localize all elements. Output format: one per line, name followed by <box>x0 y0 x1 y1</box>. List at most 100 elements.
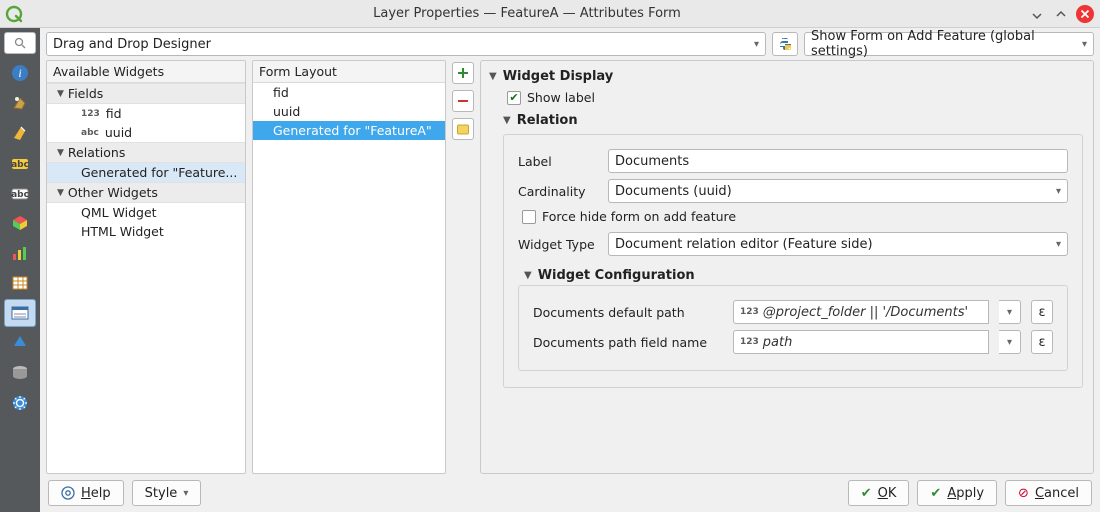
plus-icon <box>456 66 470 80</box>
cancel-icon: ⊘ <box>1018 486 1029 501</box>
available-widgets-panel: Available Widgets ▼ Fields 123 fid abc u… <box>46 60 246 474</box>
svg-text:i: i <box>18 66 21 80</box>
relation-header[interactable]: ▼ Relation <box>503 113 1083 128</box>
collapse-icon: ▼ <box>489 71 497 82</box>
dialog-button-bar: Help Style ▾ ✔ OK ✔ Apply ⊘ Cancel <box>46 474 1094 508</box>
sidebar-tab-more[interactable] <box>4 419 36 431</box>
collapse-icon: ▼ <box>524 270 532 281</box>
path-field-lbl: Documents path field name <box>533 335 723 350</box>
add-tab-button[interactable] <box>452 118 474 140</box>
widget-display-header[interactable]: ▼ Widget Display <box>489 69 1083 84</box>
maximize-button[interactable] <box>1050 3 1072 25</box>
chevron-down-icon: ▾ <box>183 488 188 499</box>
widget-config-group: Documents default path 123 @project_fold… <box>518 285 1068 371</box>
sidebar-tab-storage[interactable] <box>4 359 36 387</box>
form-layout-tree[interactable]: fid uuid Generated for "FeatureA" <box>253 83 445 473</box>
relation-label-input[interactable]: Documents <box>608 149 1068 173</box>
path-field-expression-button[interactable]: ε <box>1031 330 1053 354</box>
window-title: Layer Properties — FeatureA — Attributes… <box>30 6 1024 21</box>
epsilon-icon: ε <box>1038 335 1045 350</box>
remove-from-layout-button[interactable] <box>452 90 474 112</box>
checkbox-checked-icon: ✔ <box>507 91 521 105</box>
show-label-checkbox[interactable]: ✔ Show label <box>507 90 1083 105</box>
sidebar-tab-3d[interactable] <box>4 209 36 237</box>
minus-icon <box>456 94 470 108</box>
collapse-icon: ▼ <box>57 188 64 198</box>
force-hide-checkbox[interactable]: Force hide form on add feature <box>522 209 1068 224</box>
sidebar-tab-actions[interactable] <box>4 389 36 417</box>
widget-type-lbl: Widget Type <box>518 237 598 252</box>
layout-item-fid[interactable]: fid <box>253 83 445 102</box>
sidebar-tab-symbology[interactable] <box>4 119 36 147</box>
qgis-app-icon <box>4 4 24 24</box>
sidebar-tab-joins[interactable] <box>4 329 36 357</box>
sidebar-tab-fields[interactable] <box>4 269 36 297</box>
layout-item-relation[interactable]: Generated for "FeatureA" <box>253 121 445 140</box>
chevron-down-icon: ▾ <box>1007 337 1012 348</box>
widget-type-select[interactable]: Document relation editor (Feature side) … <box>608 232 1068 256</box>
text-field-icon: abc <box>81 128 99 138</box>
int-field-icon: 123 <box>740 307 759 317</box>
widget-properties-panel: ▼ Widget Display ✔ Show label ▼ Relation… <box>480 60 1094 474</box>
sidebar-tab-labels[interactable]: abc <box>4 149 36 177</box>
default-path-input[interactable]: 123 @project_folder || '/Documents' <box>733 300 989 324</box>
add-to-layout-button[interactable] <box>452 62 474 84</box>
tree-group-other[interactable]: ▼ Other Widgets <box>47 182 245 203</box>
check-icon: ✔ <box>930 486 941 501</box>
properties-sidebar: i abc abc <box>0 28 40 512</box>
cardinality-select[interactable]: Documents (uuid) ▾ <box>608 179 1068 203</box>
available-widgets-header: Available Widgets <box>47 61 245 83</box>
collapse-icon: ▼ <box>57 89 64 99</box>
minimize-button[interactable] <box>1026 3 1048 25</box>
form-on-add-select[interactable]: Show Form on Add Feature (global setting… <box>804 32 1094 56</box>
cancel-button[interactable]: ⊘ Cancel <box>1005 480 1092 506</box>
sidebar-search[interactable] <box>4 32 36 54</box>
tree-item-relation-generated[interactable]: Generated for "Feature... <box>47 163 245 182</box>
form-layout-panel: Form Layout fid uuid Generated for "Feat… <box>252 60 446 474</box>
python-init-button[interactable] <box>772 32 798 56</box>
tree-group-fields[interactable]: ▼ Fields <box>47 83 245 104</box>
default-path-lbl: Documents default path <box>533 305 723 320</box>
help-button[interactable]: Help <box>48 480 124 506</box>
epsilon-icon: ε <box>1038 305 1045 320</box>
chevron-down-icon: ▾ <box>1056 186 1061 197</box>
python-icon <box>777 36 793 52</box>
sidebar-tab-diagrams[interactable] <box>4 239 36 267</box>
tree-item-html[interactable]: HTML Widget <box>47 222 245 241</box>
sidebar-tab-information[interactable]: i <box>4 59 36 87</box>
collapse-icon: ▼ <box>503 115 511 126</box>
int-field-icon: 123 <box>740 337 759 347</box>
tree-item-uuid[interactable]: abc uuid <box>47 123 245 142</box>
close-button[interactable] <box>1074 3 1096 25</box>
layout-item-uuid[interactable]: uuid <box>253 102 445 121</box>
widget-config-header[interactable]: ▼ Widget Configuration <box>518 262 1068 283</box>
label-lbl: Label <box>518 154 598 169</box>
tree-item-fid[interactable]: 123 fid <box>47 104 245 123</box>
available-widgets-tree[interactable]: ▼ Fields 123 fid abc uuid ▼ Relations <box>47 83 245 473</box>
chevron-down-icon: ▾ <box>1056 239 1061 250</box>
editor-mode-select[interactable]: Drag and Drop Designer ▾ <box>46 32 766 56</box>
path-field-input[interactable]: 123 path <box>733 330 989 354</box>
tree-item-qml[interactable]: QML Widget <box>47 203 245 222</box>
collapse-icon: ▼ <box>57 148 64 158</box>
titlebar: Layer Properties — FeatureA — Attributes… <box>0 0 1100 28</box>
main-pane: Drag and Drop Designer ▾ Show Form on Ad… <box>40 28 1100 512</box>
default-path-dropdown[interactable]: ▾ <box>999 300 1021 324</box>
relation-group: Label Documents Cardinality Documents (u… <box>503 134 1083 388</box>
cardinality-lbl: Cardinality <box>518 184 598 199</box>
ok-button[interactable]: ✔ OK <box>848 480 910 506</box>
top-toolbar: Drag and Drop Designer ▾ Show Form on Ad… <box>46 32 1094 56</box>
style-button[interactable]: Style ▾ <box>132 480 202 506</box>
sidebar-tab-source[interactable] <box>4 89 36 117</box>
sidebar-tab-masks[interactable]: abc <box>4 179 36 207</box>
path-field-dropdown[interactable]: ▾ <box>999 330 1021 354</box>
apply-button[interactable]: ✔ Apply <box>917 480 997 506</box>
chevron-down-icon: ▾ <box>1007 307 1012 318</box>
layout-button-column <box>452 60 474 474</box>
sidebar-tab-attributes-form[interactable] <box>4 299 36 327</box>
default-path-expression-button[interactable]: ε <box>1031 300 1053 324</box>
form-on-add-value: Show Form on Add Feature (global setting… <box>811 29 1082 59</box>
tree-group-relations[interactable]: ▼ Relations <box>47 142 245 163</box>
svg-text:abc: abc <box>11 190 29 200</box>
help-icon <box>61 486 75 500</box>
